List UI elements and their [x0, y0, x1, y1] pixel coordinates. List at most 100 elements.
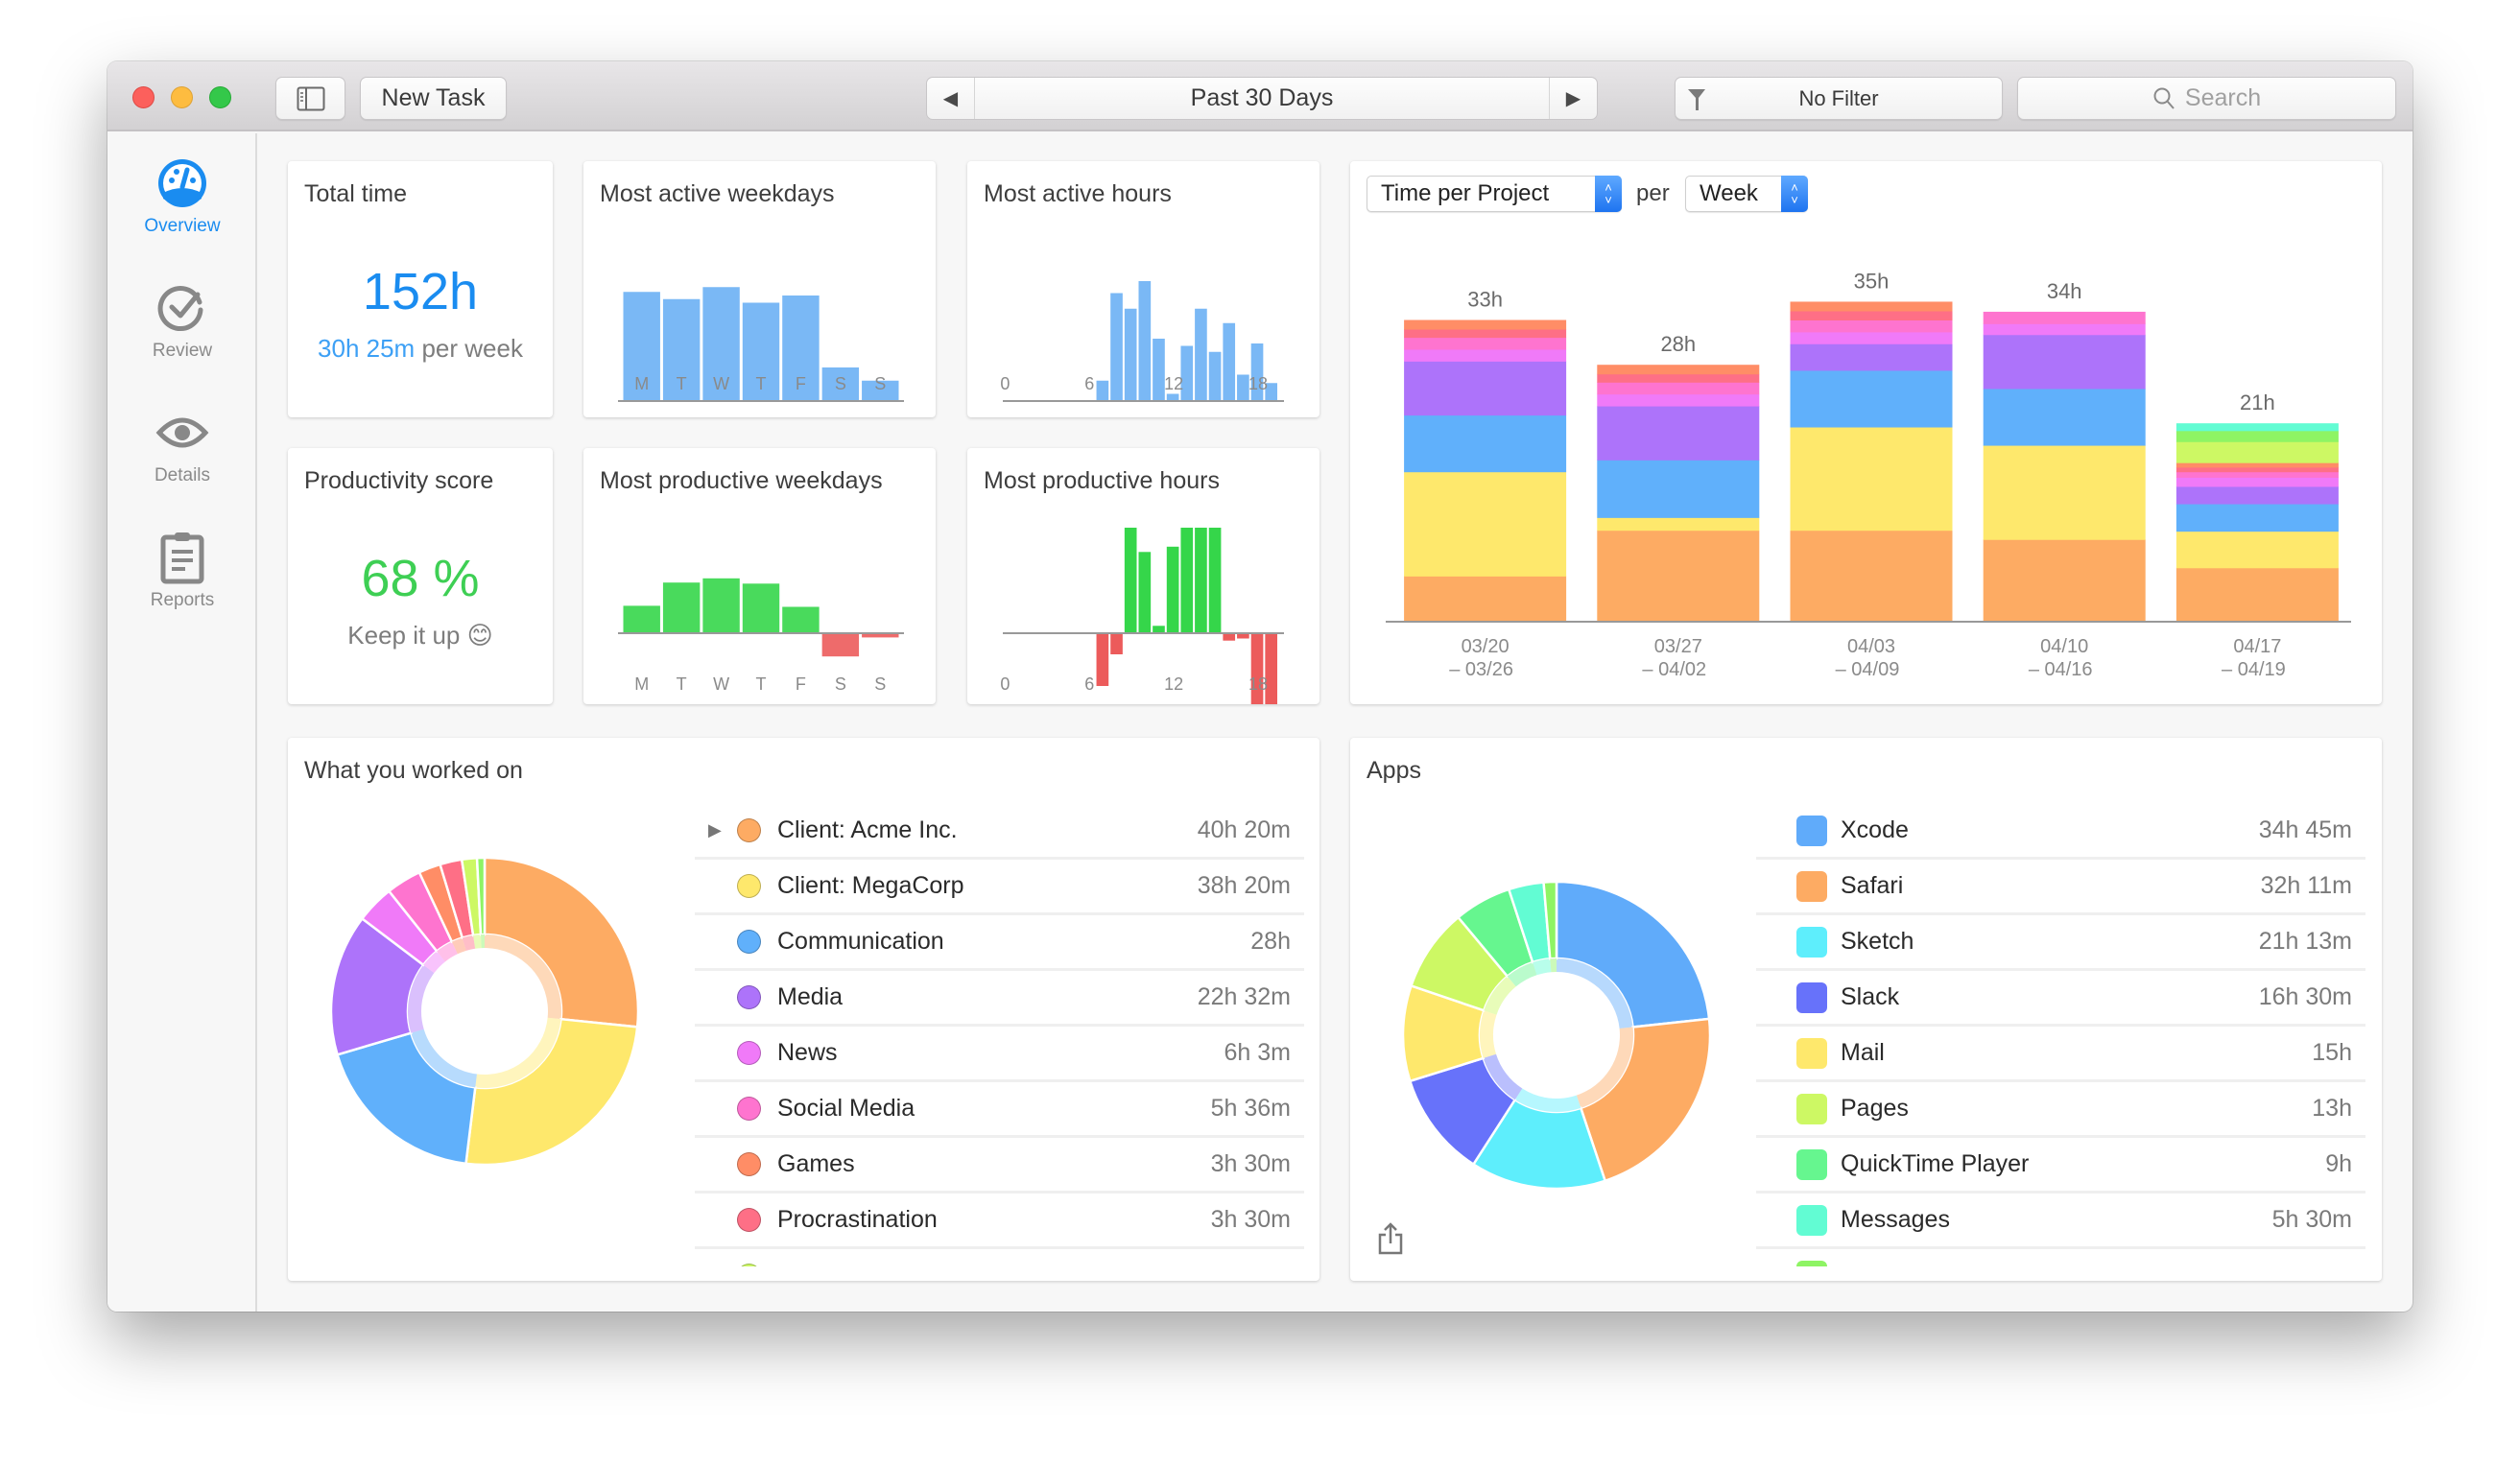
tick-label: – 03/26 — [1449, 659, 1513, 680]
stacked-segment — [1597, 460, 1760, 518]
disclosure-triangle-icon[interactable]: ▶ — [708, 820, 722, 840]
tick-label: S — [835, 674, 846, 694]
donut-inner-ring — [1550, 958, 1557, 973]
next-period-button[interactable]: ▶ — [1549, 78, 1597, 119]
filter-button[interactable]: No Filter — [1675, 77, 2003, 120]
stacked-segment — [1790, 319, 1953, 333]
stacked-segment — [2175, 466, 2339, 473]
row-label: Procrastination — [777, 1206, 938, 1233]
toggle-sidebar-button[interactable] — [275, 77, 345, 120]
checkmark-circle-icon — [157, 286, 203, 332]
stacked-segment — [1597, 365, 1760, 375]
tick-label: F — [796, 374, 806, 393]
sidebar-item-label: Details — [154, 465, 211, 485]
stacked-segment — [1983, 539, 2146, 623]
slack-icon — [1796, 981, 1827, 1013]
project-row[interactable]: Media 22h 32m — [695, 971, 1304, 1027]
app-row[interactable]: Slack 16h 30m — [1756, 971, 2365, 1027]
project-row[interactable]: News 6h 3m — [695, 1027, 1304, 1082]
bar — [1166, 393, 1179, 401]
tick-label: – 04/02 — [1642, 659, 1706, 680]
search-field[interactable]: Search — [2017, 77, 2396, 120]
project-row[interactable]: Communication 28h — [695, 915, 1304, 971]
app-row[interactable]: Pages 13h — [1756, 1082, 2365, 1138]
new-task-button[interactable]: New Task — [360, 77, 507, 120]
bar-total-label: 28h — [1660, 332, 1696, 356]
minimize-window-button[interactable] — [171, 86, 193, 108]
smiley-icon: 😊 — [466, 621, 493, 650]
stacked-segment — [1790, 343, 1953, 371]
tick-label: F — [796, 674, 806, 694]
app-row[interactable]: Xcode 34h 45m — [1756, 804, 2365, 860]
date-range-label[interactable]: Past 30 Days — [975, 78, 1549, 119]
color-dot-icon — [737, 1208, 761, 1232]
stacked-segment — [2175, 471, 2339, 478]
tick-label: T — [756, 674, 767, 694]
productivity-score-card: Productivity score 68 % Keep it up 😊 — [288, 448, 553, 704]
row-value: 22h 32m — [1197, 983, 1291, 1010]
productivity-message: Keep it up 😊 — [288, 621, 553, 650]
stacked-segment — [1597, 517, 1760, 532]
bar-total-label: 33h — [1467, 288, 1503, 312]
project-row[interactable]: Client: MegaCorp 38h 20m — [695, 860, 1304, 915]
bar-total-label: 21h — [2240, 390, 2275, 414]
sidebar-item-details[interactable]: Details — [107, 406, 257, 511]
app-row[interactable]: Mail 15h — [1756, 1027, 2365, 1082]
color-dot-icon — [737, 818, 761, 842]
time-per-project-chart: 33h03/20– 03/2628h03/27– 04/0235h04/03– … — [1386, 269, 2351, 680]
zoom-window-button[interactable] — [209, 86, 231, 108]
stacked-segment — [2175, 462, 2339, 468]
project-row[interactable]: Procrastination 3h 30m — [695, 1194, 1304, 1249]
productivity-message-text: Keep it up — [347, 621, 461, 650]
clipboard-icon — [160, 532, 204, 584]
bar — [1195, 308, 1207, 401]
time-per-project-card: Time per Project ˄ ˅ per Week ˄ ˅ 33h 03/20… — [1350, 161, 2382, 704]
app-row[interactable]: Sketch 21h 13m — [1756, 915, 2365, 971]
bar — [1096, 633, 1109, 686]
previous-period-button[interactable]: ◀ — [927, 78, 975, 119]
color-dot-icon — [737, 985, 761, 1009]
stacked-segment — [1983, 334, 2146, 390]
app-row[interactable]: Safari 32h 11m — [1756, 860, 2365, 915]
search-placeholder: Search — [2184, 84, 2262, 111]
project-row[interactable] — [695, 1249, 1304, 1266]
stacked-segment — [1404, 414, 1567, 473]
stacked-segment — [1790, 530, 1953, 623]
stacked-segment — [2175, 567, 2339, 623]
project-row[interactable]: Games 3h 30m — [695, 1138, 1304, 1194]
row-value: 5h 30m — [2271, 1206, 2352, 1233]
sidebar-item-reports[interactable]: Reports — [107, 531, 257, 636]
share-button[interactable] — [1377, 1222, 1404, 1255]
app-row[interactable] — [1756, 1249, 2365, 1266]
tick-label: 6 — [1084, 374, 1094, 393]
eye-icon — [155, 417, 209, 448]
bar — [1237, 374, 1249, 401]
toolbar: New Task ◀ Past 30 Days ▶ No Filter Sear… — [107, 61, 2413, 131]
sidebar-item-review[interactable]: Review — [107, 281, 257, 387]
bar — [1166, 546, 1179, 633]
tick-label: 03/27 — [1654, 636, 1702, 657]
row-label: Games — [777, 1150, 855, 1177]
stacked-segment — [2175, 430, 2339, 442]
stacked-segment — [1597, 382, 1760, 395]
tick-label: 18 — [1248, 374, 1268, 393]
project-row[interactable]: ▶ Client: Acme Inc. 40h 20m — [695, 804, 1304, 860]
triangle-right-icon: ▶ — [1565, 88, 1581, 109]
close-window-button[interactable] — [132, 86, 155, 108]
app-icon — [1796, 1260, 1827, 1266]
stacked-segment — [1404, 329, 1567, 339]
dashboard-gauge-icon — [158, 159, 206, 207]
total-time-card: Total time 152h 30h 25m per week — [288, 161, 553, 417]
bar — [1138, 281, 1152, 401]
row-label: Client: Acme Inc. — [777, 816, 958, 843]
project-row[interactable]: Social Media 5h 36m — [695, 1082, 1304, 1138]
sidebar-item-overview[interactable]: Overview — [107, 156, 257, 262]
tick-label: – 04/09 — [1836, 659, 1900, 680]
app-row[interactable]: QuickTime Player 9h — [1756, 1138, 2365, 1194]
tick-label: M — [634, 374, 649, 393]
app-row[interactable]: Messages 5h 30m — [1756, 1194, 2365, 1249]
card-title: Total time — [304, 180, 407, 207]
stacked-segment — [1597, 373, 1760, 383]
card-title: Productivity score — [304, 467, 494, 494]
tick-label: T — [756, 374, 767, 393]
